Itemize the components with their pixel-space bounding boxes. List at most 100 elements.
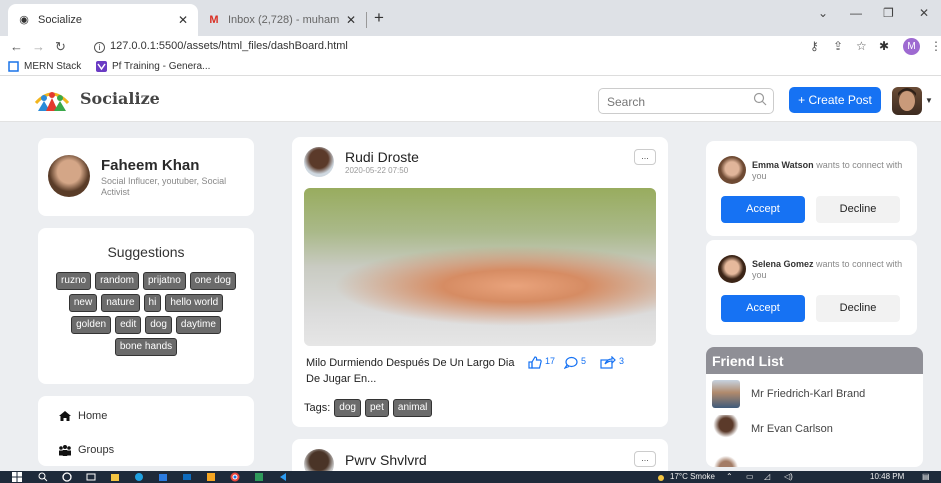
forward-button[interactable]: → <box>32 39 45 54</box>
post-author-name[interactable]: Pwrv Shvlvrd <box>345 452 427 468</box>
friend-item[interactable] <box>712 451 751 467</box>
request-text: Emma Watson wants to connect with you <box>752 160 910 182</box>
suggestion-tag[interactable]: edit <box>115 316 142 334</box>
more-menu-icon[interactable]: ⋮ <box>930 39 941 53</box>
task-view-icon[interactable] <box>86 472 96 482</box>
bookmark-pf-training[interactable]: Pf Training - Genera... <box>96 61 210 72</box>
requester-avatar[interactable] <box>718 156 746 184</box>
search-icon[interactable] <box>752 91 768 107</box>
cortana-icon[interactable] <box>62 472 72 482</box>
extensions-icon[interactable]: ✱ <box>879 39 889 53</box>
comment-icon <box>564 356 578 369</box>
suggestion-tag[interactable]: random <box>95 272 139 290</box>
suggestion-tag[interactable]: daytime <box>175 316 221 334</box>
suggestion-tag[interactable]: prijatno <box>142 272 186 290</box>
tab-socialize[interactable]: ◉ Socialize ✕ <box>8 4 198 36</box>
user-avatar[interactable] <box>892 87 922 115</box>
suggestion-tag[interactable]: ruzno <box>56 272 92 290</box>
like-button[interactable]: 17 <box>528 356 555 369</box>
bookmark-mern[interactable]: MERN Stack <box>8 61 81 72</box>
search-input[interactable]: Search <box>598 88 774 114</box>
menu-item-groups[interactable]: Groups <box>58 444 114 456</box>
share-button[interactable]: 3 <box>600 356 624 369</box>
requester-name[interactable]: Selena Gomez <box>752 259 814 269</box>
post-author-name[interactable]: Rudi Droste <box>345 149 419 165</box>
requester-name[interactable]: Emma Watson <box>752 160 814 170</box>
profile-avatar[interactable] <box>48 155 90 197</box>
url-text: 127.0.0.1:5500/assets/html_files/dashBoa… <box>110 40 348 52</box>
suggestion-tag[interactable]: bone hands <box>114 338 178 356</box>
terminal-icon[interactable] <box>254 472 264 482</box>
post-tag[interactable]: pet <box>364 399 389 417</box>
share-count: 3 <box>619 356 625 366</box>
suggestion-tag[interactable]: one dog <box>189 272 236 290</box>
friend-avatar <box>712 380 740 408</box>
app-icon[interactable] <box>206 472 216 482</box>
chevron-down-icon[interactable]: ⌄ <box>818 6 828 20</box>
suggestion-tag[interactable]: new <box>68 294 98 312</box>
clock-time[interactable]: 10:48 PM <box>870 472 904 482</box>
friend-item[interactable]: Mr Evan Carlson <box>712 415 833 443</box>
notification-icon[interactable]: ▤ <box>922 472 930 482</box>
post-tag[interactable]: animal <box>392 399 433 417</box>
file-explorer-icon[interactable] <box>110 472 120 482</box>
suggestion-tags: ruzno random prijatno one dog new nature… <box>48 272 244 356</box>
friend-name: Mr Friedrich-Karl Brand <box>751 388 866 400</box>
post-more-button[interactable]: ... <box>634 451 656 467</box>
accept-button[interactable]: Accept <box>721 196 805 223</box>
suggestion-tag[interactable]: golden <box>71 316 112 334</box>
friend-item[interactable]: Mr Friedrich-Karl Brand <box>712 380 865 408</box>
create-post-button[interactable]: + Create Post <box>789 87 881 113</box>
battery-icon[interactable]: ▭ <box>746 472 754 482</box>
suggestion-tag[interactable]: hello world <box>165 294 224 312</box>
store-icon[interactable] <box>158 472 168 482</box>
url-field[interactable]: i 127.0.0.1:5500/assets/html_files/dashBo… <box>94 40 348 53</box>
socialize-logo[interactable] <box>32 85 72 113</box>
groups-icon <box>59 445 71 456</box>
edge-icon[interactable] <box>134 472 144 482</box>
bookmark-label: MERN Stack <box>24 61 82 72</box>
key-icon[interactable]: ⚷ <box>810 39 819 53</box>
tab-title: Socialize <box>38 14 83 26</box>
close-window-button[interactable]: ✕ <box>919 6 929 20</box>
info-icon[interactable]: i <box>94 42 105 53</box>
tab-title: Inbox (2,728) - muhammad.fahe: <box>228 14 340 26</box>
network-icon[interactable]: ◿ <box>764 472 770 482</box>
new-tab-button[interactable]: + <box>374 8 384 28</box>
minimize-button[interactable]: — <box>850 6 862 20</box>
back-button[interactable]: ← <box>10 39 23 54</box>
comment-button[interactable]: 5 <box>564 356 586 369</box>
post-more-button[interactable]: ... <box>634 149 656 165</box>
chrome-icon[interactable] <box>230 472 240 482</box>
brand-name[interactable]: Socialize <box>80 89 160 108</box>
post-image[interactable] <box>304 188 656 346</box>
menu-item-home[interactable]: Home <box>58 410 107 422</box>
suggestion-tag[interactable]: dog <box>145 316 172 334</box>
reload-button[interactable]: ↻ <box>55 39 66 55</box>
close-tab-icon[interactable]: ✕ <box>346 13 356 27</box>
post-tag[interactable]: dog <box>334 399 361 417</box>
decline-button[interactable]: Decline <box>816 196 900 223</box>
tray-expand-icon[interactable]: ⌃ <box>726 472 733 482</box>
volume-icon[interactable]: ◁) <box>784 472 793 482</box>
mail-icon[interactable] <box>182 472 192 482</box>
requester-avatar[interactable] <box>718 255 746 283</box>
windows-start-icon[interactable] <box>12 472 22 482</box>
browser-profile-avatar[interactable]: M <box>903 38 920 55</box>
star-icon[interactable]: ☆ <box>856 39 867 53</box>
close-tab-icon[interactable]: ✕ <box>178 13 188 27</box>
suggestion-tag[interactable]: nature <box>101 294 140 312</box>
weather-text[interactable]: 17°C Smoke <box>670 472 715 482</box>
search-icon[interactable] <box>38 472 48 482</box>
post-title[interactable]: Milo Durmiendo Después De Un Largo Dia D… <box>306 355 518 387</box>
accept-button[interactable]: Accept <box>721 295 805 322</box>
caret-down-icon[interactable]: ▼ <box>925 96 933 105</box>
decline-button[interactable]: Decline <box>816 295 900 322</box>
suggestion-tag[interactable]: hi <box>143 294 162 312</box>
profile-name[interactable]: Faheem Khan <box>101 157 199 174</box>
tab-inbox[interactable]: M Inbox (2,728) - muhammad.fahe: ✕ <box>198 4 366 36</box>
post-author-avatar[interactable] <box>304 147 334 177</box>
share-icon[interactable]: ⇪ <box>833 39 843 53</box>
restore-button[interactable]: ❐ <box>883 6 894 20</box>
vscode-icon[interactable] <box>278 472 288 482</box>
